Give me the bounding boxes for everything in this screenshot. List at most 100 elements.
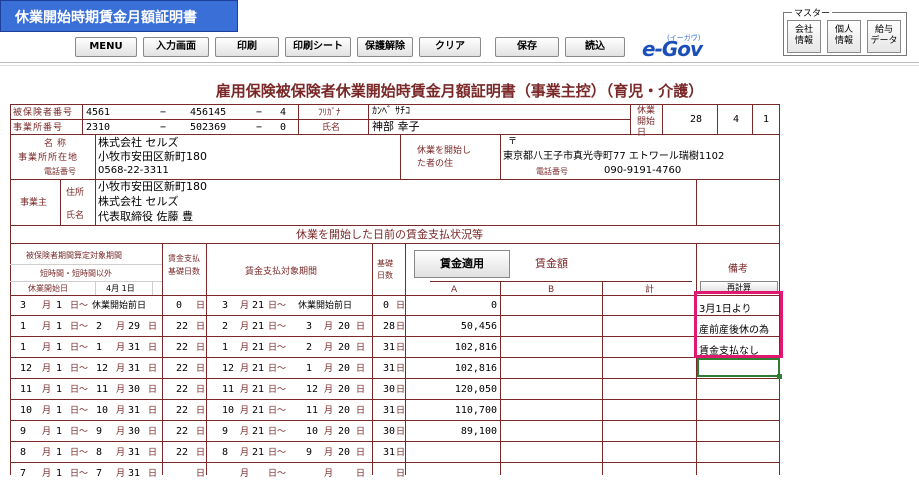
period2-start-day[interactable]: 21 (252, 384, 264, 396)
leave-start-day[interactable]: 1 (763, 114, 769, 126)
period1-start-month[interactable]: 10 (20, 405, 32, 417)
period1-end-day[interactable]: 29 (128, 321, 140, 333)
period2-end-month[interactable]: 2 (306, 342, 312, 354)
save-button[interactable]: 保存 (495, 37, 559, 57)
period1-end-day[interactable]: 31 (128, 342, 140, 354)
period1-start-month[interactable]: 1 (20, 342, 26, 354)
clear-button[interactable]: クリア (419, 37, 481, 57)
period1-end-month[interactable]: 2 (96, 321, 102, 333)
period1-end-month[interactable]: 10 (96, 405, 108, 417)
load-button[interactable]: 読込 (565, 37, 625, 57)
person-tel-value[interactable]: 090-9191-4760 (604, 165, 681, 177)
furigana-value[interactable]: ｶﾝﾍﾞ ｻﾁｺ (372, 106, 410, 118)
pay-days-value[interactable]: 22 (176, 405, 188, 417)
period2-start-month[interactable]: 1 (222, 342, 228, 354)
pay-days-value[interactable]: 22 (176, 447, 188, 459)
period1-start-month[interactable]: 7 (20, 468, 26, 480)
period1-start-day[interactable]: 1 (56, 321, 62, 333)
egov-button[interactable]: (イーガヴ) e-Gov (640, 33, 708, 61)
period2-end-month[interactable]: 3 (306, 321, 312, 333)
office-address-value[interactable]: 小牧市安田区新町180 (98, 151, 207, 163)
period2-end-day[interactable]: 20 (338, 447, 350, 459)
period2-start-day[interactable]: 21 (252, 321, 264, 333)
pay-days-value[interactable]: 22 (176, 342, 188, 354)
basis-days-value[interactable]: 31 (383, 447, 395, 459)
fill-handle[interactable] (777, 374, 782, 379)
amount-a-value[interactable]: 89,100 (405, 426, 497, 438)
print-sheet-button[interactable]: 印刷シート (285, 37, 351, 57)
apply-wage-button[interactable]: 賃金適用 (414, 250, 510, 278)
basis-days-value[interactable]: 30 (383, 426, 395, 438)
period2-start-day[interactable]: 21 (252, 447, 264, 459)
basis-days-value[interactable]: 31 (383, 342, 395, 354)
period2-end-month[interactable]: 1 (306, 363, 312, 375)
period1-end-day[interactable]: 31 (128, 363, 140, 375)
period2-end-day[interactable]: 20 (338, 426, 350, 438)
period1-end-month[interactable]: 7 (96, 468, 102, 480)
pay-days-value[interactable]: 22 (176, 384, 188, 396)
period1-start-day[interactable]: 1 (56, 426, 62, 438)
amount-a-value[interactable]: 50,456 (405, 321, 497, 333)
period1-start-month[interactable]: 1 (20, 321, 26, 333)
company-info-button[interactable]: 会社 情報 (787, 20, 821, 53)
amount-a-value[interactable]: 102,816 (405, 363, 497, 375)
period2-start-month[interactable]: 8 (222, 447, 228, 459)
period1-start-month[interactable]: 12 (20, 363, 32, 375)
period2-start-day[interactable]: 21 (252, 342, 264, 354)
period1-start-day[interactable]: 1 (56, 363, 62, 375)
period1-end-day[interactable]: 31 (128, 405, 140, 417)
amount-a-value[interactable]: 0 (405, 300, 497, 312)
period1-start-day[interactable]: 1 (56, 342, 62, 354)
period2-start-month[interactable]: 10 (222, 405, 234, 417)
office-number-part2[interactable]: 502369 (190, 122, 226, 134)
amount-a-value[interactable]: 110,700 (405, 405, 497, 417)
print-button[interactable]: 印刷 (215, 37, 279, 57)
basis-days-value[interactable]: 31 (383, 363, 395, 375)
period1-start-day[interactable]: 1 (56, 405, 62, 417)
period1-start-day[interactable]: 1 (56, 468, 62, 480)
period1-start-month[interactable]: 9 (20, 426, 26, 438)
employer-company-value[interactable]: 株式会社 セルズ (98, 196, 179, 208)
period1-start-day[interactable]: 1 (56, 384, 62, 396)
basis-days-value[interactable]: 31 (383, 405, 395, 417)
period2-end-day[interactable]: 20 (338, 321, 350, 333)
period1-end-month[interactable]: 11 (96, 384, 108, 396)
period1-start-month[interactable]: 8 (20, 447, 26, 459)
period1-end-month[interactable]: 12 (96, 363, 108, 375)
period2-start-day[interactable]: 21 (252, 300, 264, 312)
pay-days-value[interactable]: 22 (176, 426, 188, 438)
leave-start-year[interactable]: 28 (690, 114, 702, 126)
period2-start-day[interactable]: 21 (252, 363, 264, 375)
period2-start-month[interactable]: 2 (222, 321, 228, 333)
office-number-part3[interactable]: 0 (280, 122, 286, 134)
amount-a-value[interactable]: 120,050 (405, 384, 497, 396)
period2-end-day[interactable]: 20 (338, 342, 350, 354)
period2-start-month[interactable]: 3 (222, 300, 228, 312)
period1-start-day[interactable]: 1 (56, 300, 62, 312)
leave-start-month[interactable]: 4 (733, 114, 739, 126)
insured-number-part1[interactable]: 4561 (86, 107, 110, 119)
basis-days-value[interactable]: 0 (383, 300, 389, 312)
period2-end-month[interactable]: 12 (306, 384, 318, 396)
basis-days-value[interactable]: 30 (383, 384, 395, 396)
employer-address-value[interactable]: 小牧市安田区新町180 (98, 181, 207, 193)
period2-start-month[interactable]: 12 (222, 363, 234, 375)
period2-end-day[interactable]: 20 (338, 384, 350, 396)
period1-end-day[interactable]: 31 (128, 468, 140, 480)
period2-start-month[interactable]: 9 (222, 426, 228, 438)
person-address-value[interactable]: 東京都八王子市真光寺町77 エトワール瑞樹1102 (503, 151, 724, 163)
insured-number-part2[interactable]: 456145 (190, 107, 226, 119)
office-tel-value[interactable]: 0568-22-3311 (98, 165, 169, 177)
period1-end-month[interactable]: 8 (96, 447, 102, 459)
period2-end-day[interactable]: 20 (338, 363, 350, 375)
office-name-value[interactable]: 株式会社 セルズ (98, 137, 179, 149)
menu-button[interactable]: MENU (75, 37, 137, 57)
pay-days-value[interactable]: 22 (176, 363, 188, 375)
period2-start-day[interactable]: 21 (252, 405, 264, 417)
period2-start-month[interactable]: 11 (222, 384, 234, 396)
pay-days-value[interactable]: 0 (176, 300, 182, 312)
period2-end-month[interactable]: 10 (306, 426, 318, 438)
basis-days-value[interactable]: 28 (383, 321, 395, 333)
period1-end-month[interactable]: 1 (96, 342, 102, 354)
period1-end-day[interactable]: 30 (128, 384, 140, 396)
